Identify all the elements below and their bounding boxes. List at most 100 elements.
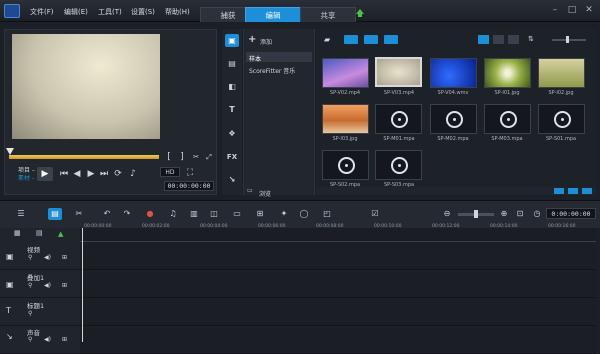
tools-icon[interactable]: ✂ xyxy=(72,208,86,220)
timeline-ruler[interactable] xyxy=(80,228,596,242)
media-thumb-10[interactable] xyxy=(538,104,585,134)
repeat-icon[interactable]: ⟳ xyxy=(112,168,124,180)
menu-edit[interactable]: 编辑(E) xyxy=(64,7,88,17)
quality-select[interactable]: HD xyxy=(160,167,180,177)
previous-frame-icon[interactable]: ◀ xyxy=(71,168,83,180)
volume-icon[interactable]: ♪ xyxy=(127,168,139,180)
timeline-view-icon[interactable]: ▤ xyxy=(48,208,62,220)
thumbnail-size-knob[interactable] xyxy=(566,36,569,43)
folder-item-samples[interactable]: 样本 xyxy=(249,54,261,63)
media-thumb-3[interactable] xyxy=(430,58,477,88)
panel-toggle-icon[interactable] xyxy=(582,188,592,194)
track-manager-icon[interactable]: ▦ xyxy=(14,229,21,237)
options-icon[interactable] xyxy=(554,188,564,194)
folder-item-scorefitter[interactable]: ScoreFitter 音乐 xyxy=(249,66,295,75)
media-thumb-2[interactable] xyxy=(375,57,422,87)
timeline-timecode[interactable]: 0:00:00:00 xyxy=(546,208,596,219)
track-lane-voice[interactable] xyxy=(80,326,596,354)
show-audio-icon[interactable] xyxy=(384,35,398,44)
mask-creator-icon[interactable]: ◰ xyxy=(320,208,334,220)
zoom-out-icon[interactable]: ⊖ xyxy=(440,208,454,220)
storyboard-view-icon[interactable]: ☰ xyxy=(14,208,28,220)
split-clip-icon[interactable]: ✂ xyxy=(190,151,202,163)
next-frame-icon[interactable]: ▶ xyxy=(85,168,97,180)
player-timecode[interactable]: 00:00:00:00 xyxy=(164,181,214,191)
enlarge-icon[interactable]: ⤢ xyxy=(203,151,215,163)
record-icon[interactable]: ● xyxy=(143,208,157,220)
audio-mixer-icon[interactable]: ♫ xyxy=(166,208,180,220)
smart-proxy-icon[interactable]: ☑ xyxy=(368,208,382,220)
link-icon[interactable]: ⚲ xyxy=(28,282,32,289)
ripple-icon[interactable]: ⊞ xyxy=(62,254,67,261)
auto-music-icon[interactable]: ▥ xyxy=(187,208,201,220)
folder-icon[interactable]: ▰ xyxy=(324,35,330,44)
track-lane-overlay[interactable] xyxy=(80,270,596,298)
play-button[interactable]: ▶ xyxy=(37,167,53,181)
undo-icon[interactable]: ↶ xyxy=(100,208,114,220)
clip-label[interactable]: 素材 – xyxy=(18,173,35,182)
mark-in-icon[interactable]: [ xyxy=(163,151,175,163)
fit-project-icon[interactable]: ⊡ xyxy=(513,208,527,220)
redo-icon[interactable]: ↷ xyxy=(120,208,134,220)
menu-file[interactable]: 文件(F) xyxy=(30,7,54,17)
zoom-in-icon[interactable]: ⊕ xyxy=(497,208,511,220)
mute-icon[interactable]: ◀) xyxy=(44,282,51,289)
track-lane-title[interactable] xyxy=(80,298,596,326)
graphics-icon[interactable]: ❖ xyxy=(225,127,239,140)
clock-icon[interactable]: ◷ xyxy=(530,208,544,220)
thumbnail-view-icon[interactable] xyxy=(508,35,519,44)
menu-tools[interactable]: 工具(T) xyxy=(98,7,122,17)
media-thumb-9[interactable] xyxy=(484,104,531,134)
media-thumb-4[interactable] xyxy=(484,58,531,88)
home-icon[interactable]: ⏮ xyxy=(58,168,70,180)
crop-icon[interactable]: ⛶ xyxy=(184,167,196,179)
title-icon[interactable]: T xyxy=(225,103,239,116)
loop-icon[interactable]: ◯ xyxy=(297,208,311,220)
add-folder-icon[interactable]: + xyxy=(248,34,256,45)
path-icon[interactable]: ↘ xyxy=(225,173,239,186)
link-icon[interactable]: ⚲ xyxy=(28,254,32,261)
preview-screen[interactable] xyxy=(12,34,160,139)
media-library-icon[interactable]: ▣ xyxy=(225,34,239,47)
time-remap-icon[interactable]: ✦ xyxy=(277,208,291,220)
maximize-icon[interactable]: □ xyxy=(566,4,578,16)
add-label[interactable]: 添加 xyxy=(260,37,272,46)
mark-out-icon[interactable]: ] xyxy=(176,151,188,163)
grid-view-icon[interactable] xyxy=(493,35,504,44)
sort-icon[interactable]: ⇅ xyxy=(528,35,534,43)
browse-icon[interactable]: ▭ xyxy=(247,187,253,194)
chapter-icon[interactable]: ▤ xyxy=(36,229,43,237)
show-photos-icon[interactable] xyxy=(364,35,378,44)
tab-edit[interactable]: 编辑 xyxy=(245,7,301,22)
fit-icon[interactable] xyxy=(568,188,578,194)
track-lane-video[interactable] xyxy=(80,242,596,270)
menu-help[interactable]: 帮助(H) xyxy=(165,7,190,17)
media-thumb-8[interactable] xyxy=(430,104,477,134)
media-thumb-11[interactable] xyxy=(322,150,369,180)
ripple-icon[interactable]: ⊞ xyxy=(62,282,67,289)
media-thumb-12[interactable] xyxy=(375,150,422,180)
minimize-icon[interactable]: – xyxy=(549,4,561,16)
media-thumb-7[interactable] xyxy=(375,104,422,134)
mute-icon[interactable]: ◀) xyxy=(44,254,51,261)
media-thumb-5[interactable] xyxy=(538,58,585,88)
add-marker-icon[interactable]: ▲ xyxy=(58,230,63,238)
subtitle-icon[interactable]: ▭ xyxy=(230,208,244,220)
menu-settings[interactable]: 设置(S) xyxy=(131,7,155,17)
tab-share[interactable]: 共享 xyxy=(300,7,356,22)
link-icon[interactable]: ⚲ xyxy=(28,310,32,317)
zoom-knob[interactable] xyxy=(474,210,478,218)
list-view-icon[interactable] xyxy=(478,35,489,44)
multi-camera-icon[interactable]: ⊞ xyxy=(253,208,267,220)
playhead[interactable] xyxy=(82,228,83,342)
instant-project-icon[interactable]: ▤ xyxy=(225,57,239,70)
scrub-handle[interactable] xyxy=(6,148,14,155)
media-thumb-1[interactable] xyxy=(322,58,369,88)
filter-fx-icon[interactable]: FX xyxy=(225,151,239,164)
show-videos-icon[interactable] xyxy=(344,35,358,44)
end-icon[interactable]: ⏭ xyxy=(98,168,110,180)
transition-icon[interactable]: ◧ xyxy=(225,80,239,93)
thumbnail-size-slider[interactable] xyxy=(552,39,586,41)
media-thumb-6[interactable] xyxy=(322,104,369,134)
browse-label[interactable]: 浏览 xyxy=(259,189,271,198)
